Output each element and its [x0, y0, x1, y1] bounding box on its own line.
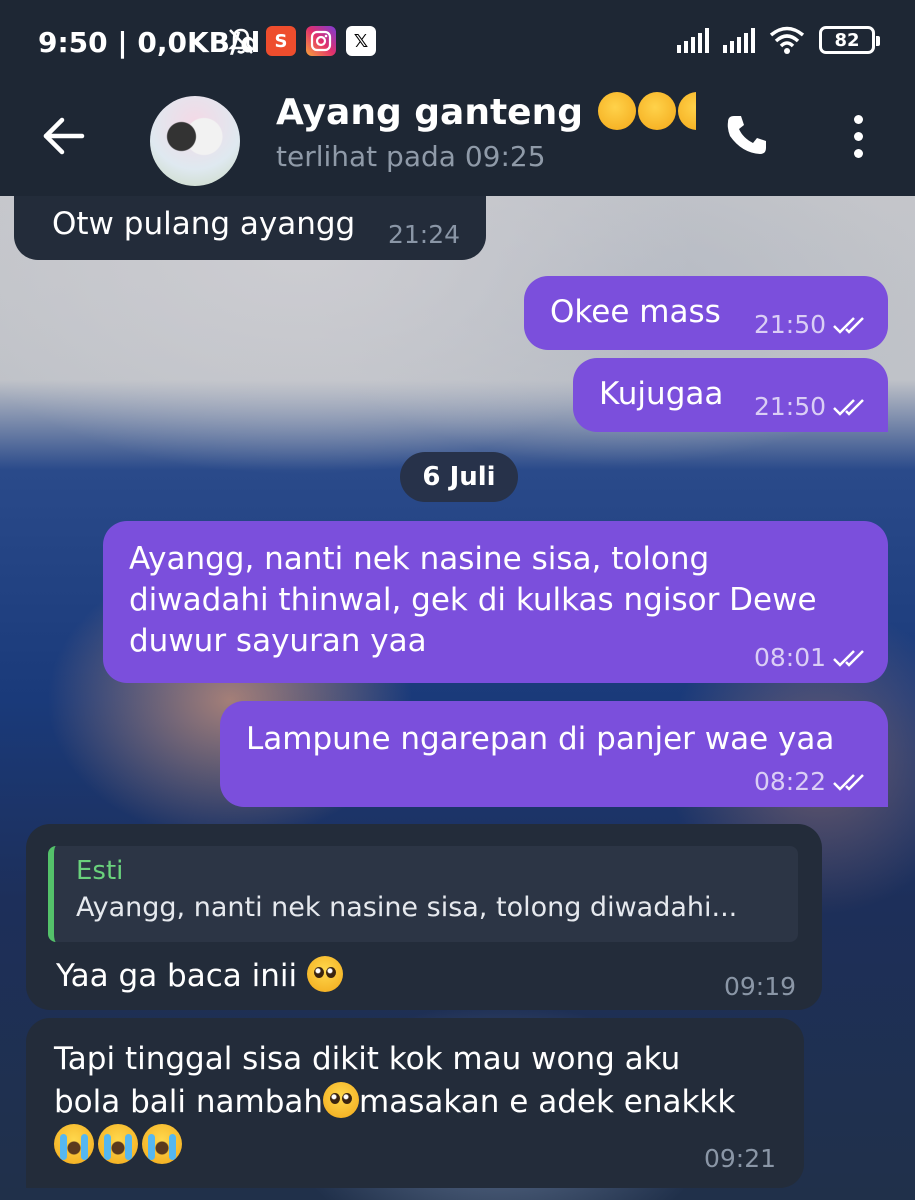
bell-off-icon: [226, 26, 256, 56]
message-line: duwur sayuran yaa: [129, 623, 427, 659]
message-bubble[interactable]: Ayangg, nanti nek nasine sisa, tolong di…: [103, 521, 888, 683]
message-bubble[interactable]: Lampune ngarepan di panjer wae yaa 08:22: [220, 701, 888, 807]
loudly-crying-face-icon: [142, 1124, 182, 1164]
signal-icon: [723, 27, 755, 53]
shopee-icon: S: [266, 26, 296, 56]
pleading-face-icon: [306, 956, 343, 992]
message-line: diwadahi thinwal, gek di kulkas ngisor D…: [129, 582, 817, 618]
system-status-icons: 82: [677, 26, 880, 54]
message-time: 08:22: [753, 767, 826, 796]
pleading-face-icon: [323, 1082, 360, 1118]
message-meta: 21:50: [754, 392, 872, 421]
message-time: 21:24: [387, 220, 460, 249]
signal-icon: [677, 27, 709, 53]
status-bar: 9:50 | 0,0KB/d S 𝕏 82: [0, 0, 915, 84]
message-text: Yaa ga baca inii: [56, 956, 343, 997]
kissing-face-icon: [677, 92, 696, 130]
loudly-crying-face-icon: [98, 1124, 138, 1164]
message-time: 21:50: [753, 392, 826, 421]
message-text: Kujugaa: [599, 376, 724, 412]
message-time: 21:50: [753, 310, 826, 339]
message-line: [54, 1124, 735, 1168]
message-time: 08:01: [753, 643, 826, 672]
message-text: Otw pulang ayangg: [52, 206, 356, 242]
kissing-face-icon: [597, 92, 636, 130]
message-bubble[interactable]: Tapi tinggal sisa dikit kok mau wong aku…: [26, 1018, 804, 1188]
message-text: Tapi tinggal sisa dikit kok mau wong aku…: [54, 1038, 735, 1168]
message-bubble[interactable]: Kujugaa 21:50: [573, 358, 888, 432]
message-meta: 08:22: [754, 767, 872, 796]
double-check-icon: [833, 317, 864, 334]
message-text-part: bola bali nambah: [54, 1084, 324, 1120]
message-line: bola bali nambah masakan e adek enakkk: [54, 1081, 735, 1124]
kissing-face-icon: [637, 92, 676, 130]
more-options-icon[interactable]: [840, 110, 876, 160]
message-bubble[interactable]: Okee mass 21:50: [524, 276, 888, 350]
message-text: Ayangg, nanti nek nasine sisa, tolong di…: [129, 539, 817, 662]
message-text: Okee mass: [550, 294, 721, 330]
notification-icons: S 𝕏: [226, 26, 376, 56]
reply-author: Esti: [76, 856, 124, 886]
message-time: 09:21: [703, 1144, 776, 1173]
chat-header: Ayang ganteng terlihat pada 09:25: [0, 84, 915, 196]
x-icon: 𝕏: [346, 26, 376, 56]
message-line: Ayangg, nanti nek nasine sisa, tolong: [129, 541, 710, 577]
chat-title[interactable]: Ayang ganteng: [276, 92, 696, 133]
message-bubble[interactable]: Otw pulang ayangg 21:24: [14, 196, 486, 260]
message-text: Lampune ngarepan di panjer wae yaa: [246, 721, 835, 757]
message-meta: 21:50: [754, 310, 872, 339]
contact-avatar[interactable]: [150, 96, 240, 186]
message-time: 09:19: [723, 972, 796, 1001]
message-meta: 08:01: [754, 643, 872, 672]
double-check-icon: [833, 774, 864, 791]
message-bubble[interactable]: Esti Ayangg, nanti nek nasine sisa, tolo…: [26, 824, 822, 1010]
phone-call-icon[interactable]: [722, 110, 772, 160]
contact-name: Ayang ganteng: [276, 92, 583, 133]
battery-icon: 82: [819, 26, 880, 54]
message-text-part: Yaa ga baca inii: [56, 958, 298, 994]
message-text-part: masakan e adek enakkk: [359, 1084, 736, 1120]
double-check-icon: [833, 399, 864, 416]
reply-text: Ayangg, nanti nek nasine sisa, tolong di…: [76, 892, 738, 923]
back-arrow-icon[interactable]: [38, 110, 90, 162]
instagram-icon: [306, 26, 336, 56]
double-check-icon: [833, 650, 864, 667]
last-seen: terlihat pada 09:25: [276, 140, 546, 173]
reply-quote[interactable]: Esti Ayangg, nanti nek nasine sisa, tolo…: [48, 846, 798, 942]
message-line: Tapi tinggal sisa dikit kok mau wong aku: [54, 1041, 681, 1077]
loudly-crying-face-icon: [54, 1124, 94, 1164]
date-separator: 6 Juli: [400, 452, 518, 502]
wifi-icon: [769, 26, 805, 54]
